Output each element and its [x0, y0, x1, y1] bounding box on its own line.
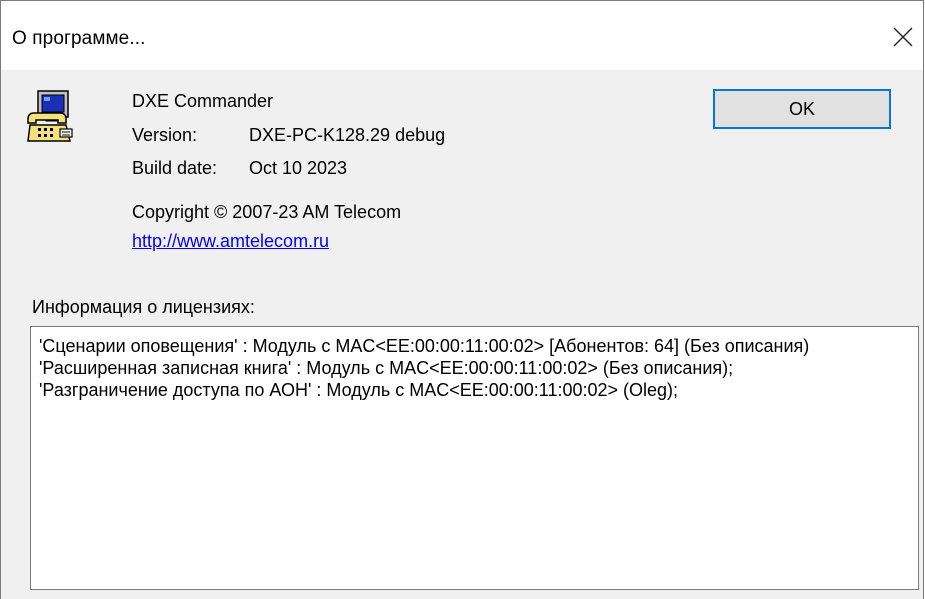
license-info-textbox[interactable]: 'Сценарии оповещения' : Модуль с MAC<EE:…	[30, 326, 919, 590]
about-dialog: О программе... DXE Commander Version: DX…	[0, 0, 924, 599]
title-bar[interactable]: О программе...	[1, 0, 923, 70]
license-line: 'Разграничение доступа по АОН' : Модуль …	[39, 380, 679, 400]
license-line: 'Расширенная записная книга' : Модуль с …	[39, 358, 734, 378]
ok-button[interactable]: OK	[713, 89, 891, 129]
license-heading: Информация о лицензиях:	[32, 297, 255, 317]
ok-button-label: OK	[788, 98, 815, 119]
website-link[interactable]: http://www.amtelecom.ru	[132, 231, 329, 252]
build-date-label: Build date:	[132, 158, 218, 178]
version-label: Version:	[132, 125, 198, 145]
close-button[interactable]	[883, 17, 923, 57]
window-title: О программе...	[12, 28, 146, 49]
license-line: 'Сценарии оповещения' : Модуль с MAC<EE:…	[39, 336, 810, 356]
app-name: DXE Commander	[132, 91, 274, 111]
version-value: DXE-PC-K128.29 debug	[249, 125, 446, 145]
close-icon	[893, 27, 913, 47]
telephone-computer-icon	[27, 90, 73, 142]
build-date-value: Oct 10 2023	[249, 158, 348, 178]
copyright-text: Copyright © 2007-23 AM Telecom	[132, 202, 402, 222]
